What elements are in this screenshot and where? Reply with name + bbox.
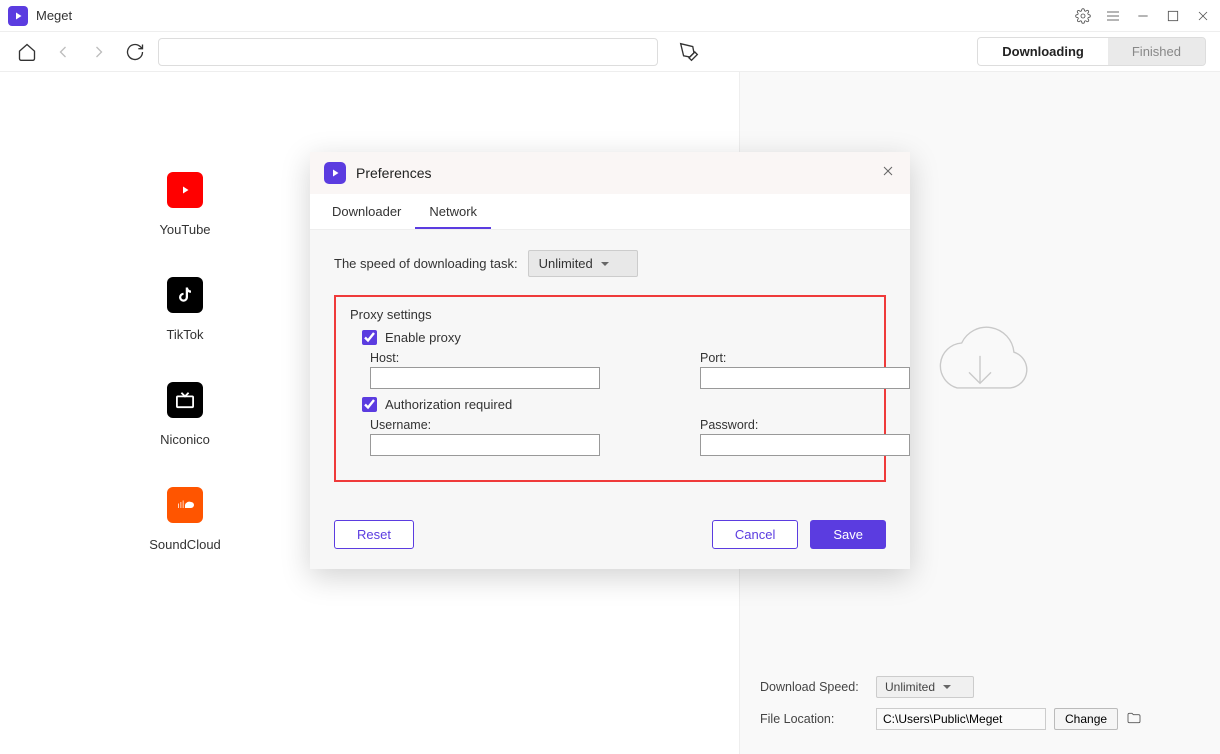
dialog-tabs: Downloader Network	[310, 194, 910, 230]
close-icon[interactable]	[1194, 7, 1212, 25]
titlebar: Meget	[0, 0, 1220, 32]
proxy-legend: Proxy settings	[350, 307, 870, 322]
tab-downloading[interactable]: Downloading	[978, 38, 1108, 65]
port-input[interactable]	[700, 367, 910, 389]
speed-label: The speed of downloading task:	[334, 256, 518, 271]
app-logo-icon	[324, 162, 346, 184]
site-tile-tiktok[interactable]: TikTok	[130, 277, 240, 342]
cancel-button[interactable]: Cancel	[712, 520, 798, 549]
file-location-input[interactable]	[876, 708, 1046, 730]
site-tile-niconico[interactable]: Niconico	[130, 382, 240, 447]
site-label: TikTok	[166, 327, 203, 342]
url-input[interactable]	[158, 38, 658, 66]
dialog-footer: Reset Cancel Save	[310, 502, 910, 569]
menu-icon[interactable]	[1104, 7, 1122, 25]
host-input[interactable]	[370, 367, 600, 389]
back-icon[interactable]	[50, 39, 76, 65]
auth-required-label: Authorization required	[385, 397, 512, 412]
home-icon[interactable]	[14, 39, 40, 65]
niconico-icon	[167, 382, 203, 418]
maximize-icon[interactable]	[1164, 7, 1182, 25]
username-label: Username:	[370, 418, 600, 432]
forward-icon[interactable]	[86, 39, 112, 65]
proxy-settings-box: Proxy settings Enable proxy Host: Port:	[334, 295, 886, 482]
tab-downloader[interactable]: Downloader	[318, 194, 415, 229]
site-tile-soundcloud[interactable]: SoundCloud	[130, 487, 240, 552]
save-button[interactable]: Save	[810, 520, 886, 549]
change-button[interactable]: Change	[1054, 708, 1118, 730]
download-speed-label: Download Speed:	[760, 680, 868, 694]
preferences-dialog: Preferences Downloader Network The speed…	[310, 152, 910, 569]
host-label: Host:	[370, 351, 600, 365]
folder-icon[interactable]	[1126, 710, 1142, 729]
close-dialog-icon[interactable]	[880, 163, 896, 184]
download-tabs: Downloading Finished	[977, 37, 1206, 66]
enable-proxy-checkbox[interactable]	[362, 330, 377, 345]
app-title: Meget	[36, 8, 1074, 23]
dialog-body: The speed of downloading task: Unlimited…	[310, 230, 910, 502]
auth-required-checkbox[interactable]	[362, 397, 377, 412]
port-label: Port:	[700, 351, 910, 365]
password-input[interactable]	[700, 434, 910, 456]
download-speed-select[interactable]: Unlimited	[876, 676, 974, 698]
reload-icon[interactable]	[122, 39, 148, 65]
reset-button[interactable]: Reset	[334, 520, 414, 549]
file-location-label: File Location:	[760, 712, 868, 726]
brush-icon[interactable]	[676, 39, 702, 65]
settings-gear-icon[interactable]	[1074, 7, 1092, 25]
tab-finished[interactable]: Finished	[1108, 38, 1205, 65]
speed-select[interactable]: Unlimited	[528, 250, 638, 277]
dialog-header: Preferences	[310, 152, 910, 194]
soundcloud-icon	[167, 487, 203, 523]
tiktok-icon	[167, 277, 203, 313]
cloud-download-icon	[925, 320, 1035, 415]
site-label: Niconico	[160, 432, 210, 447]
password-label: Password:	[700, 418, 910, 432]
username-input[interactable]	[370, 434, 600, 456]
site-tile-youtube[interactable]: YouTube	[130, 172, 240, 237]
youtube-icon	[167, 172, 203, 208]
dialog-title: Preferences	[356, 165, 870, 181]
app-logo-icon	[8, 6, 28, 26]
tab-network[interactable]: Network	[415, 194, 491, 229]
toolbar: Downloading Finished	[0, 32, 1220, 72]
minimize-icon[interactable]	[1134, 7, 1152, 25]
enable-proxy-label: Enable proxy	[385, 330, 461, 345]
site-label: YouTube	[159, 222, 210, 237]
right-footer: Download Speed: Unlimited File Location:…	[740, 662, 1220, 754]
site-label: SoundCloud	[149, 537, 221, 552]
